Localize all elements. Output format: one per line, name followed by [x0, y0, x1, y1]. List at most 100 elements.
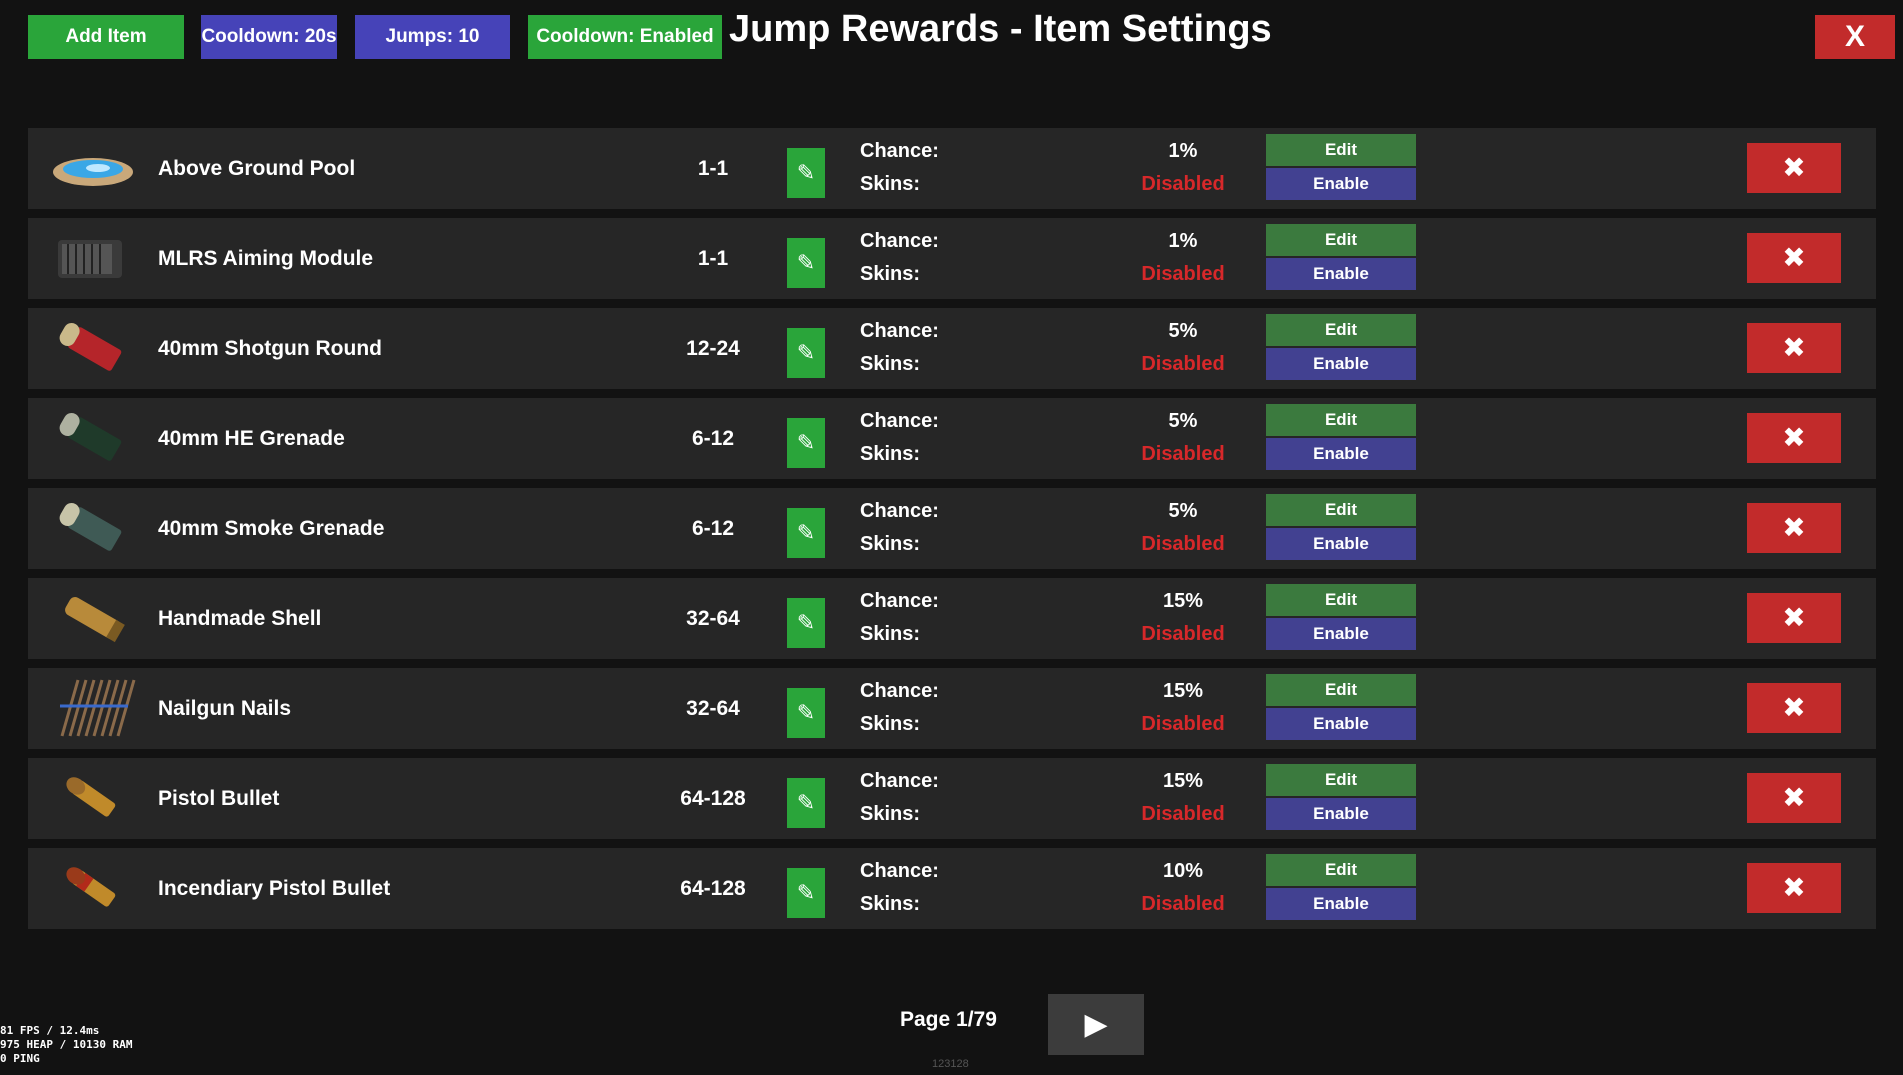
skins-label: Skins: [860, 713, 921, 735]
pencil-icon: ✎ [796, 790, 816, 815]
skins-status: Disabled [1141, 533, 1225, 555]
edit-chance-button[interactable]: Edit [1266, 674, 1416, 706]
aiming-module-icon [48, 226, 138, 290]
chance-label: Chance: [860, 230, 939, 252]
chance-value: 15% [1162, 680, 1204, 702]
edit-item-button[interactable]: ✎ [787, 688, 825, 738]
enable-skins-button[interactable]: Enable [1266, 258, 1416, 290]
item-name: Nailgun Nails [158, 697, 292, 720]
edit-item-button[interactable]: ✎ [787, 328, 825, 378]
chance-value: 5% [1168, 410, 1198, 432]
edit-chance-button[interactable]: Edit [1266, 404, 1416, 436]
delete-item-button[interactable]: ✖ [1747, 593, 1841, 643]
shotgun-round-icon [48, 316, 138, 380]
enable-skins-button[interactable]: Enable [1266, 798, 1416, 830]
cooldown-toggle-button[interactable]: Cooldown: Enabled [528, 15, 722, 59]
edit-chance-button[interactable]: Edit [1266, 224, 1416, 256]
edit-chance-button[interactable]: Edit [1266, 764, 1416, 796]
table-row: Above Ground Pool 1-1 ✎ Chance: Skins: 1% Disa… [28, 128, 1876, 209]
chance-label: Chance: [860, 410, 939, 432]
incendiary-bullet-icon [48, 856, 138, 920]
delete-item-button[interactable]: ✖ [1747, 413, 1841, 463]
chance-value: 15% [1162, 590, 1204, 612]
delete-item-button[interactable]: ✖ [1747, 323, 1841, 373]
page-title: Jump Rewards - Item Settings [729, 8, 1272, 50]
delete-icon: ✖ [1782, 422, 1806, 453]
pencil-icon: ✎ [796, 160, 816, 185]
skins-status: Disabled [1141, 713, 1225, 735]
delete-icon: ✖ [1782, 512, 1806, 543]
pencil-icon: ✎ [796, 610, 816, 635]
delete-icon: ✖ [1782, 782, 1806, 813]
enable-skins-button[interactable]: Enable [1266, 528, 1416, 560]
skins-label: Skins: [860, 533, 921, 555]
next-page-button[interactable]: ▶ [1048, 994, 1144, 1055]
table-row: 40mm Shotgun Round 12-24 ✎ Chance: Skins: 5% D… [28, 308, 1876, 389]
memory-readout: 975 HEAP / 10130 RAM [0, 1038, 133, 1051]
edit-chance-button[interactable]: Edit [1266, 584, 1416, 616]
item-name: 40mm Smoke Grenade [158, 517, 385, 540]
table-row: Incendiary Pistol Bullet 64-128 ✎ Chance: Sk… [28, 848, 1876, 929]
chance-value: 15% [1162, 770, 1204, 792]
enable-skins-button[interactable]: Enable [1266, 618, 1416, 650]
edit-item-button[interactable]: ✎ [787, 148, 825, 198]
edit-chance-button[interactable]: Edit [1266, 494, 1416, 526]
pool-icon [48, 136, 138, 200]
enable-skins-button[interactable]: Enable [1266, 888, 1416, 920]
delete-item-button[interactable]: ✖ [1747, 233, 1841, 283]
pencil-icon: ✎ [796, 520, 816, 545]
edit-item-button[interactable]: ✎ [787, 508, 825, 558]
enable-skins-button[interactable]: Enable [1266, 168, 1416, 200]
edit-chance-button[interactable]: Edit [1266, 314, 1416, 346]
table-row: MLRS Aiming Module 1-1 ✎ Chance: Skins: 1% Dis… [28, 218, 1876, 299]
page-indicator: Page 1/79 [900, 1008, 997, 1031]
close-button[interactable]: X [1815, 15, 1895, 59]
chance-value: 5% [1168, 320, 1198, 342]
table-row: 40mm HE Grenade 6-12 ✎ Chance: Skins: 5% Disab… [28, 398, 1876, 479]
delete-item-button[interactable]: ✖ [1747, 143, 1841, 193]
edit-item-button[interactable]: ✎ [787, 598, 825, 648]
add-item-button[interactable]: Add Item [28, 15, 184, 59]
chance-label: Chance: [860, 320, 939, 342]
handmade-shell-icon [48, 586, 138, 650]
chance-label: Chance: [860, 590, 939, 612]
item-name: Incendiary Pistol Bullet [158, 877, 391, 900]
enable-skins-button[interactable]: Enable [1266, 438, 1416, 470]
pencil-icon: ✎ [796, 340, 816, 365]
edit-chance-button[interactable]: Edit [1266, 134, 1416, 166]
item-name: Pistol Bullet [158, 787, 280, 810]
pencil-icon: ✎ [796, 250, 816, 275]
chance-label: Chance: [860, 860, 939, 882]
delete-item-button[interactable]: ✖ [1747, 503, 1841, 553]
delete-item-button[interactable]: ✖ [1747, 863, 1841, 913]
chance-label: Chance: [860, 770, 939, 792]
skins-label: Skins: [860, 263, 921, 285]
edit-chance-button[interactable]: Edit [1266, 854, 1416, 886]
edit-item-button[interactable]: ✎ [787, 778, 825, 828]
ping-readout: 0 PING [0, 1052, 40, 1065]
skins-status: Disabled [1141, 263, 1225, 285]
delete-icon: ✖ [1782, 152, 1806, 183]
item-name: Above Ground Pool [158, 157, 356, 180]
skins-status: Disabled [1141, 893, 1225, 915]
delete-item-button[interactable]: ✖ [1747, 773, 1841, 823]
debug-overlay: 81 FPS / 12.4ms 975 HEAP / 10130 RAM 0 P… [0, 1024, 132, 1066]
table-row: Pistol Bullet 64-128 ✎ Chance: Skins: 15% Disa… [28, 758, 1876, 839]
skins-label: Skins: [860, 443, 921, 465]
item-name: 40mm Shotgun Round [158, 337, 382, 360]
jumps-button[interactable]: Jumps: 10 [355, 15, 510, 59]
enable-skins-button[interactable]: Enable [1266, 348, 1416, 380]
enable-skins-button[interactable]: Enable [1266, 708, 1416, 740]
pencil-icon: ✎ [796, 430, 816, 455]
nails-icon [48, 676, 138, 740]
item-name: 40mm HE Grenade [158, 427, 345, 450]
delete-item-button[interactable]: ✖ [1747, 683, 1841, 733]
delete-icon: ✖ [1782, 872, 1806, 903]
edit-item-button[interactable]: ✎ [787, 418, 825, 468]
item-list: Above Ground Pool 1-1 ✎ Chance: Skins: 1% Disa… [28, 128, 1876, 938]
edit-item-button[interactable]: ✎ [787, 868, 825, 918]
chance-value: 1% [1168, 230, 1198, 252]
cooldown-button[interactable]: Cooldown: 20s [201, 15, 337, 59]
skins-label: Skins: [860, 803, 921, 825]
edit-item-button[interactable]: ✎ [787, 238, 825, 288]
